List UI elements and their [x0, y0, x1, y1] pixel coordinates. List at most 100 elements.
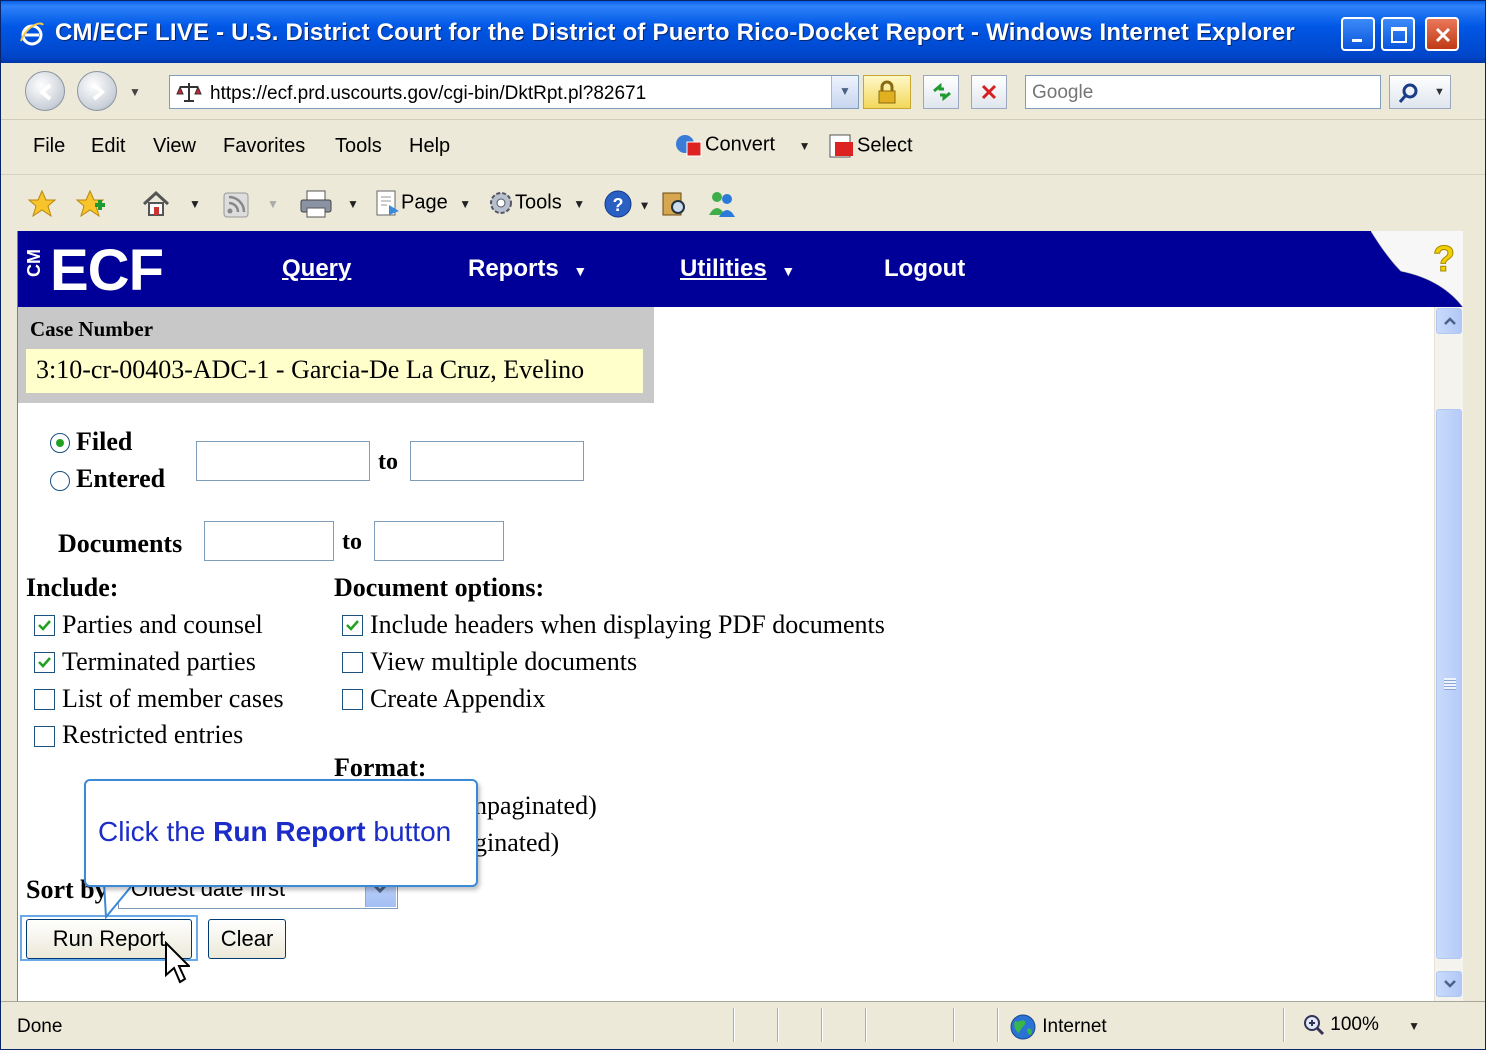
convert-pdf-icon — [676, 135, 702, 157]
status-divider — [733, 1008, 735, 1042]
page-menu-label: Page — [401, 191, 448, 214]
feeds-icon[interactable] — [223, 192, 249, 218]
refresh-button[interactable] — [923, 75, 959, 109]
menu-file[interactable]: File — [33, 135, 65, 158]
zoom-chevron-icon[interactable]: ▼ — [1408, 1019, 1420, 1033]
menu-bar: File Edit View Favorites Tools Help Conv… — [1, 120, 1485, 175]
back-button[interactable] — [25, 71, 65, 111]
create-appendix-checkbox[interactable] — [342, 689, 363, 710]
scroll-thumb[interactable] — [1436, 409, 1462, 959]
maximize-button[interactable] — [1381, 17, 1415, 51]
help-question-mark: ? — [1433, 238, 1455, 279]
callout-text: Click the Run Report button — [98, 816, 451, 848]
add-favorites-icon[interactable] — [75, 189, 107, 219]
address-url[interactable]: https://ecf.prd.uscourts.gov/cgi-bin/Dkt… — [210, 83, 646, 105]
zoom-control[interactable]: 100% ▼ — [1303, 1014, 1420, 1036]
forward-button[interactable] — [77, 71, 117, 111]
menu-tools[interactable]: Tools — [335, 135, 382, 158]
entered-label: Entered — [76, 464, 166, 493]
member-cases-checkbox[interactable] — [34, 689, 55, 710]
document-options-heading: Document options: — [334, 573, 545, 602]
filed-radio[interactable] — [50, 433, 70, 453]
help-chevron-icon: ▼ — [638, 198, 651, 213]
nav-query[interactable]: Query — [282, 255, 351, 283]
address-bar[interactable]: https://ecf.prd.uscourts.gov/cgi-bin/Dkt… — [169, 75, 859, 109]
home-chevron-icon[interactable]: ▼ — [189, 197, 201, 211]
restricted-entries-checkbox[interactable] — [34, 726, 55, 747]
nav-query-label: Query — [282, 255, 352, 282]
select-button[interactable]: Select — [827, 132, 913, 160]
menu-favorites[interactable]: Favorites — [223, 135, 305, 158]
convert-button[interactable]: Convert ▼ — [673, 132, 810, 158]
page-content: CM ECF Query Reports ▼ Utilities ▼ Logou… — [17, 231, 1463, 1001]
research-icon[interactable] — [659, 189, 689, 219]
print-icon[interactable] — [299, 189, 333, 219]
include-headers-checkbox[interactable] — [342, 615, 363, 636]
create-appendix-label: Create Appendix — [370, 684, 546, 713]
ecf-header-bar: CM ECF Query Reports ▼ Utilities ▼ Logou… — [18, 231, 1463, 307]
security-zone-label: Internet — [1042, 1016, 1107, 1038]
parties-counsel-label: Parties and counsel — [62, 610, 263, 639]
documents-to-input[interactable] — [374, 521, 504, 561]
case-number-text: 3:10-cr-00403-ADC-1 - Garcia-De La Cruz,… — [36, 355, 585, 384]
scroll-grip — [1444, 678, 1456, 690]
scroll-up-button[interactable] — [1436, 308, 1462, 334]
search-box[interactable] — [1025, 75, 1381, 109]
lock-icon — [878, 80, 896, 104]
messenger-icon[interactable] — [705, 189, 737, 219]
help-page-curl-icon[interactable]: ? — [1371, 231, 1463, 307]
nav-logout[interactable]: Logout — [884, 255, 965, 283]
help-menu-button[interactable]: ? ▼ — [603, 189, 650, 219]
arrow-right-icon — [92, 83, 106, 101]
nav-reports[interactable]: Reports ▼ — [468, 255, 587, 283]
documents-from-input[interactable] — [204, 521, 334, 561]
terminated-parties-label: Terminated parties — [62, 647, 256, 676]
globe-icon — [1010, 1014, 1036, 1040]
clear-button[interactable]: Clear — [208, 919, 286, 959]
recent-pages-dropdown[interactable]: ▼ — [129, 85, 141, 99]
address-dropdown-button[interactable]: ▼ — [831, 76, 858, 108]
home-icon[interactable] — [141, 189, 171, 219]
parties-counsel-checkbox[interactable] — [34, 615, 55, 636]
checkmark-icon — [38, 657, 51, 668]
security-zone[interactable]: Internet — [1009, 1013, 1107, 1041]
tools-menu-button[interactable]: Tools ▼ — [487, 189, 585, 217]
minimize-button[interactable] — [1341, 17, 1375, 51]
ecf-logo-text: ECF — [50, 238, 164, 303]
scroll-down-button[interactable] — [1436, 971, 1462, 997]
terminated-parties-checkbox[interactable] — [34, 652, 55, 673]
chevron-down-icon: ▼ — [839, 84, 851, 98]
stop-button[interactable] — [971, 75, 1007, 109]
status-text: Done — [17, 1016, 63, 1037]
feeds-chevron-icon[interactable]: ▼ — [267, 197, 279, 211]
nav-utilities[interactable]: Utilities ▼ — [680, 255, 795, 283]
entered-radio[interactable] — [50, 471, 70, 491]
date-from-input[interactable] — [196, 441, 370, 481]
print-chevron-icon[interactable]: ▼ — [347, 197, 359, 211]
status-divider — [777, 1008, 779, 1042]
refresh-icon — [933, 83, 951, 101]
status-divider — [953, 1008, 955, 1042]
stop-icon — [981, 84, 997, 100]
gear-icon — [490, 192, 512, 214]
menu-edit[interactable]: Edit — [91, 135, 125, 158]
favorites-star-icon[interactable] — [27, 189, 57, 219]
search-button[interactable]: ▼ — [1389, 75, 1451, 109]
date-to-input[interactable] — [410, 441, 584, 481]
menu-view[interactable]: View — [153, 135, 196, 158]
security-lock-button[interactable] — [863, 75, 911, 109]
vertical-scrollbar[interactable] — [1434, 307, 1463, 1001]
search-input[interactable] — [1032, 82, 1362, 104]
maximize-icon — [1391, 27, 1407, 43]
restricted-entries-label: Restricted entries — [62, 720, 244, 749]
instruction-callout: Click the Run Report button — [84, 779, 478, 887]
checkmark-icon — [346, 620, 359, 631]
convert-label: Convert — [705, 133, 776, 156]
menu-help[interactable]: Help — [409, 135, 450, 158]
convert-chevron-icon[interactable]: ▼ — [799, 139, 811, 153]
close-button[interactable] — [1425, 17, 1459, 51]
search-options-chevron-icon[interactable]: ▼ — [1434, 86, 1445, 98]
page-menu-button[interactable]: Page ▼ — [373, 189, 471, 217]
select-label: Select — [857, 134, 913, 157]
view-multiple-checkbox[interactable] — [342, 652, 363, 673]
